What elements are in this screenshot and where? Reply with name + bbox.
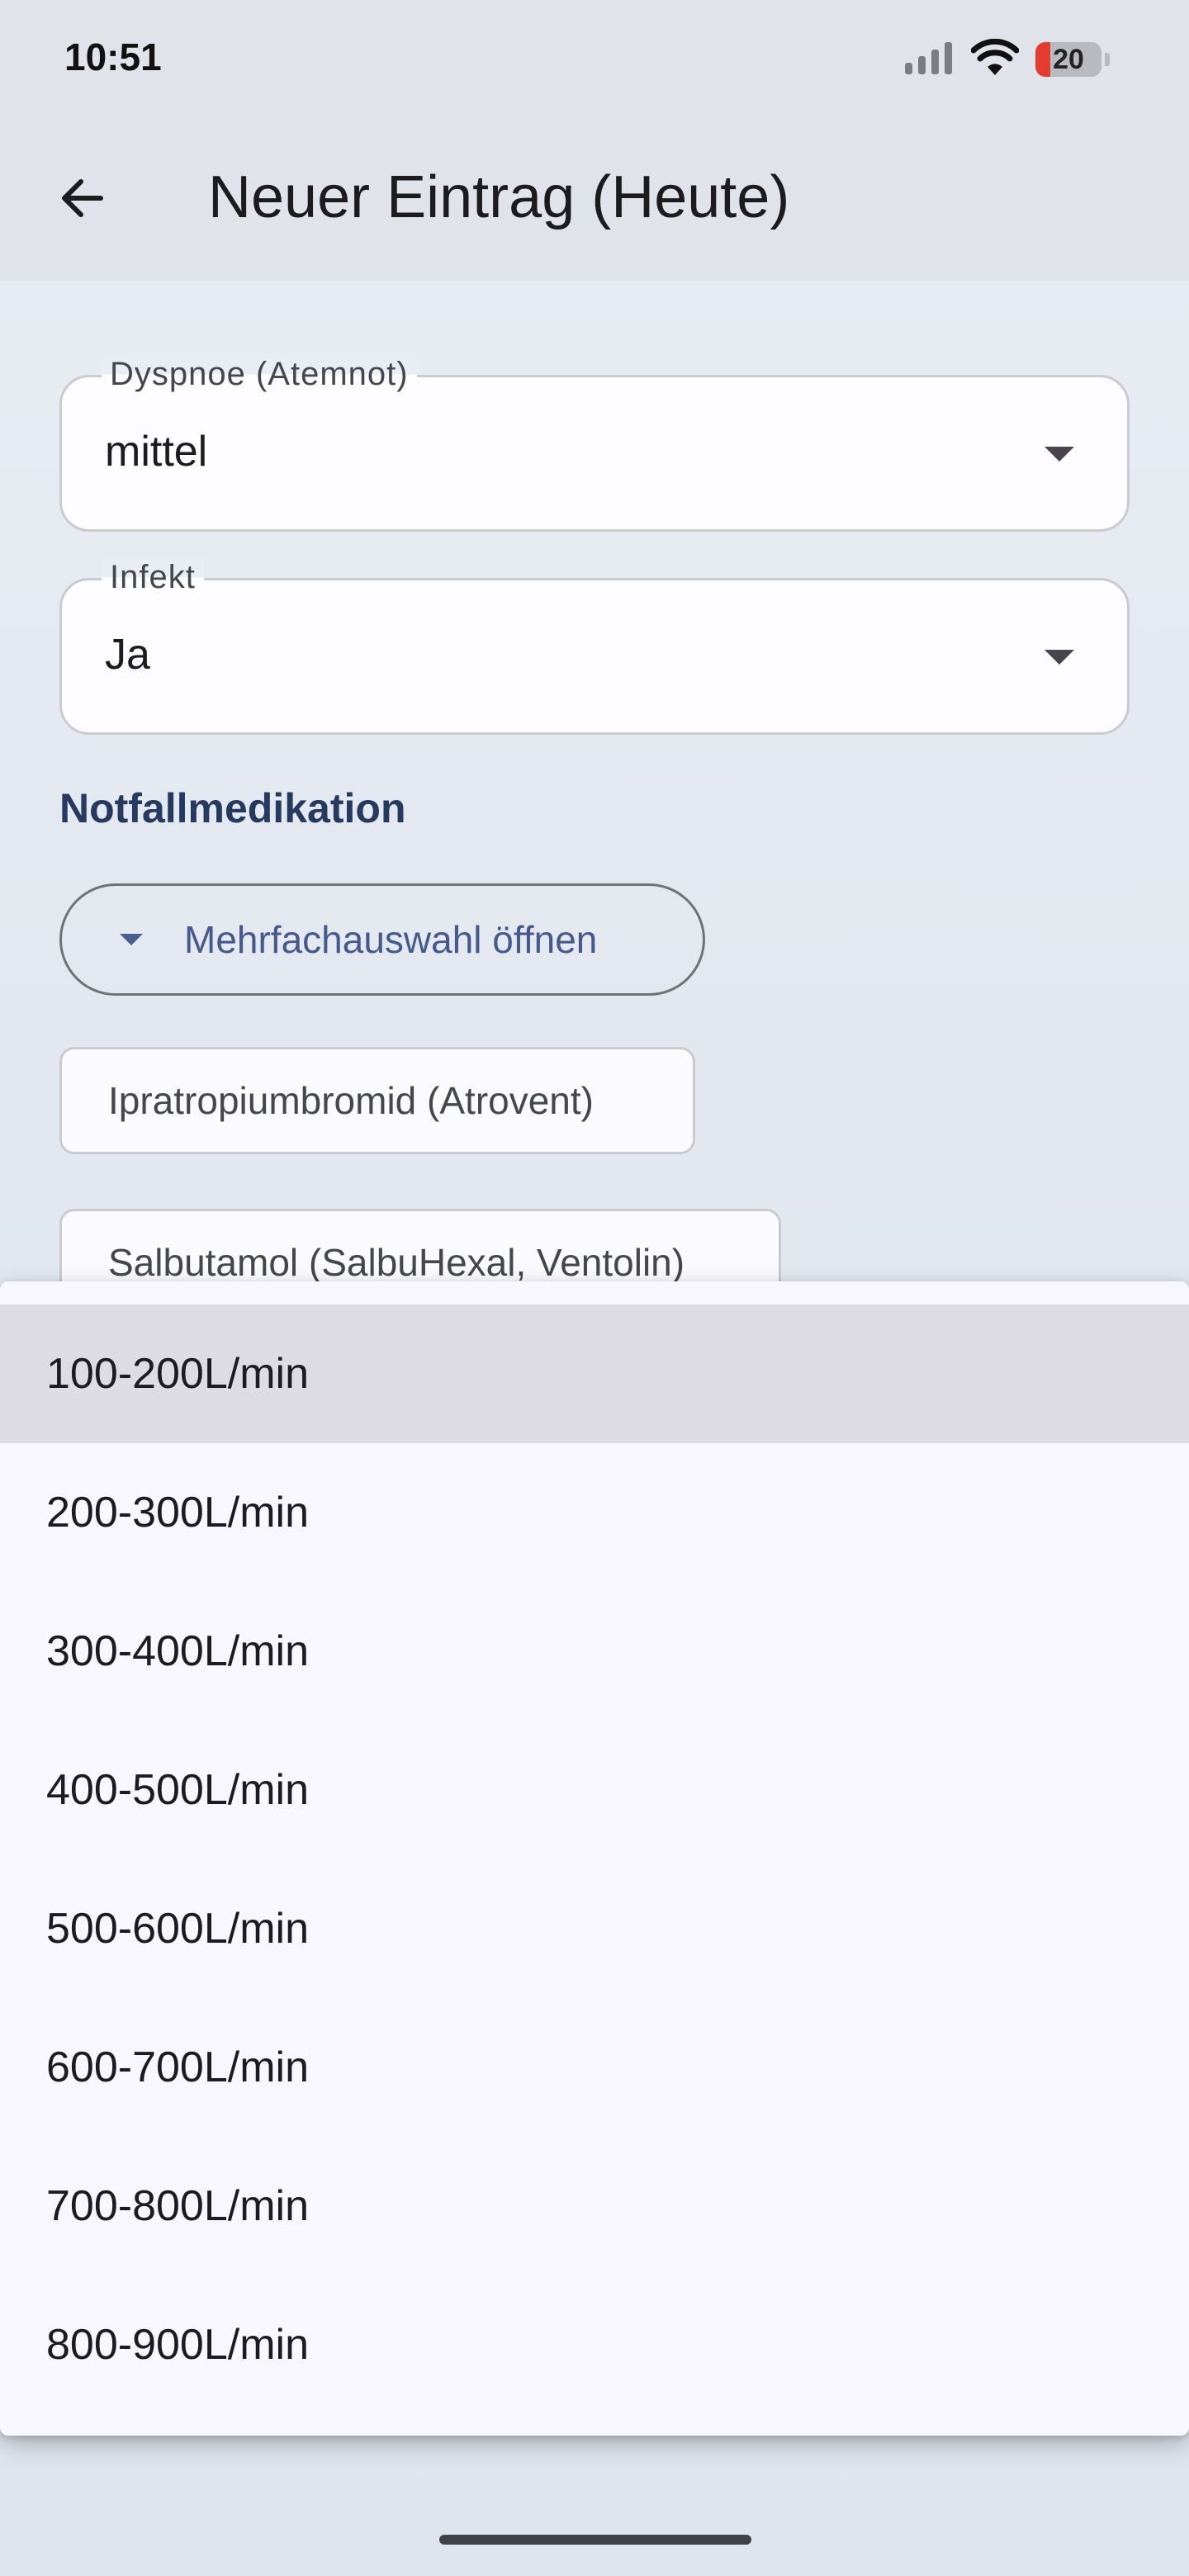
page-title: Neuer Eintrag (Heute) [208,164,790,230]
dropdown-menu: 100-200L/min 200-300L/min 300-400L/min 4… [0,1281,1189,2436]
home-indicator[interactable] [439,2535,751,2545]
status-bar: 10:51 20 [0,0,1189,116]
back-button[interactable] [50,165,116,231]
dyspnoe-label: Dyspnoe (Atemnot) [102,356,417,393]
battery-low-fill [1035,42,1050,77]
medication-chip[interactable]: Ipratropiumbromid (Atrovent) [59,1047,695,1154]
multi-select-button[interactable]: Mehrfachauswahl öffnen [59,883,705,996]
arrow-left-icon [62,179,103,217]
dropdown-arrow-icon [1045,447,1074,462]
infekt-select[interactable]: Infekt Ja [59,559,1130,735]
medication-chip-label: Salbutamol (SalbuHexal, Ventolin) [108,1241,685,1284]
medication-chip-label: Ipratropiumbromid (Atrovent) [108,1079,594,1122]
menu-option[interactable]: 500-600L/min [0,1859,1189,1998]
notfallmedikation-title: Notfallmedikation [59,785,406,831]
battery-percent: 20 [1053,43,1084,75]
battery-icon: 20 [1035,42,1110,77]
dyspnoe-select[interactable]: Dyspnoe (Atemnot) mittel [59,356,1130,532]
infekt-label: Infekt [102,559,204,596]
dyspnoe-value: mittel [105,428,208,476]
app-bar: Neuer Eintrag (Heute) [0,116,1189,281]
menu-option[interactable]: 400-500L/min [0,1721,1189,1859]
menu-option[interactable]: 200-300L/min [0,1443,1189,1582]
menu-option[interactable]: 100-200L/min [0,1305,1189,1443]
status-icons: 20 [903,36,1110,83]
wifi-icon [970,38,1020,81]
signal-icon [903,40,955,80]
dropdown-triangle-icon [120,934,143,945]
menu-option[interactable]: 600-700L/min [0,1998,1189,2137]
status-time: 10:51 [64,36,162,78]
dropdown-arrow-icon [1045,650,1074,665]
menu-option[interactable]: 800-900L/min [0,2275,1189,2414]
infekt-value: Ja [105,631,150,679]
multi-select-label: Mehrfachauswahl öffnen [184,918,598,961]
menu-option[interactable]: 700-800L/min [0,2137,1189,2275]
menu-option[interactable]: 300-400L/min [0,1582,1189,1721]
battery-level: 20 [1035,42,1101,77]
battery-tip [1105,53,1110,66]
